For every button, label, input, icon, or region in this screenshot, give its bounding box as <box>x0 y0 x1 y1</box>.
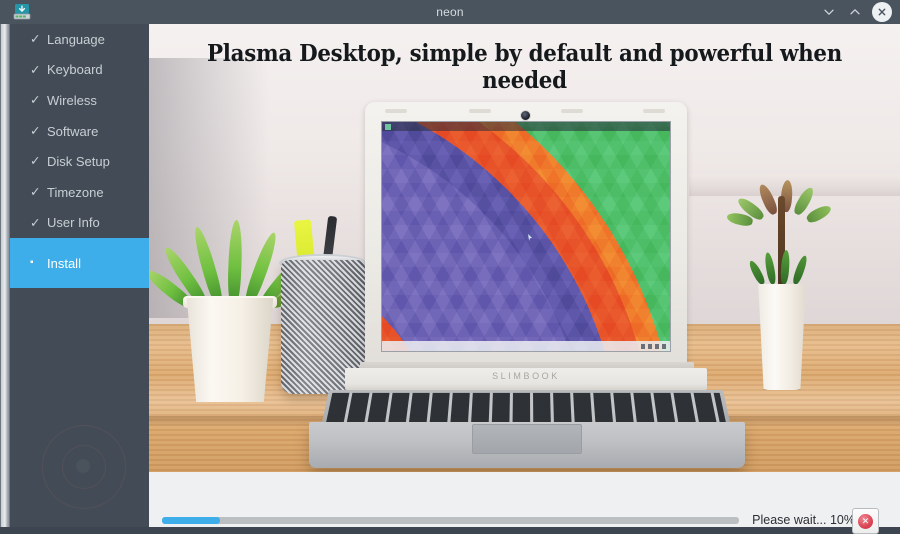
potted-plant-left-pot <box>186 298 274 402</box>
cancel-circle-icon: ✕ <box>858 513 873 529</box>
laptop-trackpad <box>472 424 582 454</box>
progress-bar <box>162 517 739 524</box>
webcam-icon <box>520 110 531 121</box>
sidebar-step-list: ✓ Language ✓ Keyboard ✓ Wireless ✓ Softw… <box>10 24 149 289</box>
small-shrub-right <box>747 249 810 286</box>
installer-window: neon ✓ Language ✓ Keyboard ✓ Wireless ✓ … <box>0 0 900 534</box>
laptop-brand-label: SLIMBOOK <box>492 371 560 381</box>
sidebar-item-label: Timezone <box>47 184 104 200</box>
window-body: ✓ Language ✓ Keyboard ✓ Wireless ✓ Softw… <box>0 24 900 534</box>
sidebar-item-keyboard[interactable]: ✓ Keyboard <box>10 55 149 86</box>
cancel-button[interactable]: ✕ <box>852 508 879 534</box>
taskbar-tray-icons <box>641 344 666 349</box>
desktop-top-panel <box>382 122 670 131</box>
sidebar-item-software[interactable]: ✓ Software <box>10 116 149 147</box>
check-icon: ✓ <box>30 62 41 77</box>
titlebar: neon <box>0 0 900 24</box>
main-content: SLIMBOOK Plasma Desktop, simple by defau… <box>149 24 900 534</box>
sidebar-item-label: Wireless <box>47 92 97 108</box>
close-button[interactable] <box>872 2 892 22</box>
check-icon: ✓ <box>30 93 41 108</box>
desktop-taskbar <box>382 341 670 351</box>
sidebar-item-disk-setup[interactable]: ✓ Disk Setup <box>10 146 149 177</box>
sidebar-item-language[interactable]: ✓ Language <box>10 24 149 55</box>
sidebar-watermark-logo <box>42 425 126 509</box>
check-icon: ✓ <box>30 123 41 138</box>
sidebar-item-wireless[interactable]: ✓ Wireless <box>10 85 149 116</box>
sidebar: ✓ Language ✓ Keyboard ✓ Wireless ✓ Softw… <box>10 24 149 527</box>
check-icon: ✓ <box>30 32 41 47</box>
lid-vent <box>469 109 491 113</box>
slideshow-panel: SLIMBOOK Plasma Desktop, simple by defau… <box>149 24 900 472</box>
minimize-button[interactable] <box>817 0 841 24</box>
window-title: neon <box>436 5 464 19</box>
sidebar-item-label: Keyboard <box>47 62 103 78</box>
window-controls <box>817 0 894 24</box>
sidebar-item-label: Software <box>47 123 99 139</box>
window-edge-strip <box>0 24 10 527</box>
potted-plant-left-foliage <box>149 216 317 312</box>
check-icon: ✓ <box>30 185 41 200</box>
potted-plant-right-pot <box>758 284 806 390</box>
progress-bar-fill <box>162 517 220 524</box>
maximize-button[interactable] <box>843 0 867 24</box>
sidebar-item-label: User Info <box>47 215 100 231</box>
lid-vent <box>385 109 407 113</box>
sidebar-item-user-info[interactable]: ✓ User Info <box>10 208 149 239</box>
wallpaper-polygon-overlay <box>382 122 670 351</box>
bullet-icon: ▪ <box>30 257 34 269</box>
lid-vent <box>643 109 665 113</box>
slide-title: Plasma Desktop, simple by default and po… <box>206 40 843 94</box>
sidebar-item-install[interactable]: ▪ Install <box>10 238 149 289</box>
sidebar-item-label: Language <box>47 31 105 47</box>
sidebar-item-timezone[interactable]: ✓ Timezone <box>10 177 149 208</box>
progress-status-text: Please wait... 10% <box>752 513 855 527</box>
footer-bar: Please wait... 10% ✕ <box>149 472 900 534</box>
lid-vent <box>561 109 583 113</box>
laptop-screen <box>381 121 671 352</box>
check-icon: ✓ <box>30 215 41 230</box>
check-icon: ✓ <box>30 154 41 169</box>
sidebar-item-label: Disk Setup <box>47 154 110 170</box>
sidebar-item-label: Install <box>47 255 81 271</box>
